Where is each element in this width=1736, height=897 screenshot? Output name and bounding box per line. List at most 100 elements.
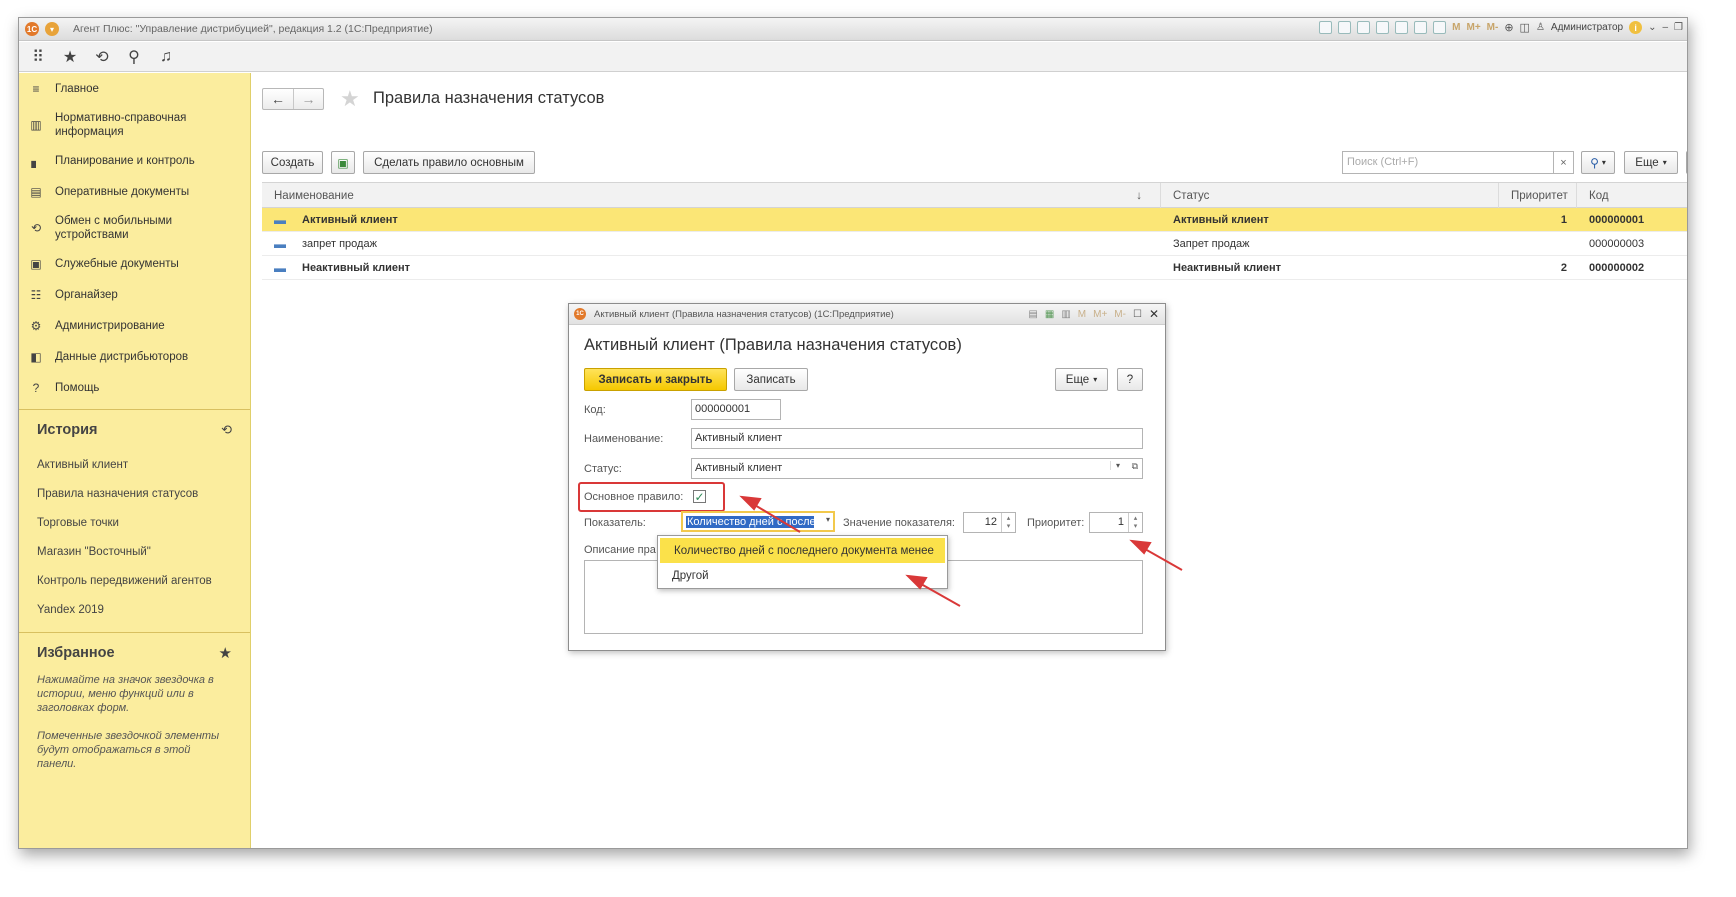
table-row[interactable]: ▬ Неактивный клиент Неактивный клиент 2 … [262,256,1687,280]
maximize-icon[interactable]: ☐ [1133,309,1142,320]
user-name[interactable]: Администратор [1551,22,1623,33]
sidebar-item-reference[interactable]: ▥ Нормативно-справочная информация [19,104,250,145]
column-header-code[interactable]: Код [1577,183,1687,208]
memory-minus-button[interactable]: M- [1487,22,1499,33]
indicator-field[interactable]: Количество дней с последнег ▾ [681,511,835,532]
back-arrow-icon[interactable]: ← [263,89,293,109]
chevron-down-icon[interactable]: ▾ [826,515,830,524]
column-header-priority[interactable]: Приоритет [1499,183,1577,208]
calendar-icon[interactable] [1433,21,1447,34]
history-item[interactable]: Активный клиент [19,450,250,479]
print-icon[interactable]: ▤ [1028,309,1037,320]
history-item[interactable]: Торговые точки [19,508,250,537]
sidebar-item-distributors[interactable]: ◧ Данные дистрибьюторов [19,341,250,372]
memory-minus-button[interactable]: M- [1114,309,1126,320]
history-item[interactable]: Yandex 2019 [19,595,250,624]
column-header-status[interactable]: Статус [1161,183,1499,208]
indicator-dropdown: Количество дней с последнего документа м… [657,535,948,589]
search-clear-button[interactable]: × [1554,151,1574,174]
dropdown-option[interactable]: Количество дней с последнего документа м… [660,538,945,563]
save-icon[interactable] [1319,21,1333,34]
favorite-star-icon[interactable]: ★ [340,86,360,112]
grid-icon[interactable]: ⠿ [29,47,47,67]
star-icon: ★ [218,645,232,662]
number-spinner[interactable]: ▴ ▾ [1001,513,1015,532]
history-item[interactable]: Контроль передвижений агентов [19,566,250,595]
sidebar-item-organizer[interactable]: ☷ Органайзер [19,279,250,310]
star-icon[interactable]: ★ [61,47,79,67]
history-item[interactable]: Магазин "Восточный" [19,537,250,566]
restore-icon[interactable]: ❐ [1674,22,1683,33]
preview-icon[interactable] [1357,21,1371,34]
bell-icon[interactable]: ♫ [157,48,175,66]
zoom-icon[interactable]: ⊕ [1504,21,1513,34]
dialog-help-button[interactable]: ? [1117,368,1143,391]
highlight-box [578,482,725,512]
mail-icon[interactable] [1395,21,1409,34]
title-tools: M M+ M- ⊕ ◫ ♙ Администратор i ⌄ – ❐ [1319,21,1683,34]
cell-name-text: Активный клиент [302,213,398,226]
memory-plus-button[interactable]: M+ [1466,22,1480,33]
search-button[interactable]: ⚲ ▾ [1581,151,1615,174]
indicator-number: 12 [984,516,997,528]
priority-spinner[interactable]: ▴ ▾ [1128,513,1142,532]
save-button[interactable]: Записать [734,368,808,391]
print-icon[interactable] [1338,21,1352,34]
more-button[interactable]: Еще ▾ [1624,151,1678,174]
info-icon[interactable]: i [1629,21,1643,34]
calculator-icon[interactable] [1414,21,1428,34]
help-button[interactable]: ? [1686,151,1687,174]
history-item[interactable]: Правила назначения статусов [19,479,250,508]
sidebar-item-administration[interactable]: ⚙ Администрирование [19,310,250,341]
copy-button[interactable]: ▣ [331,151,355,174]
memory-button[interactable]: M [1452,22,1460,33]
indicator-number-field[interactable]: 12 ▴ ▾ [963,512,1016,533]
history-nav: ← → [262,88,324,110]
create-button[interactable]: Создать [262,151,323,174]
sidebar-item-service-docs[interactable]: ▣ Служебные документы [19,248,250,279]
reference-icon: ▥ [30,117,42,132]
dropdown-icon[interactable]: ⌄ [1648,22,1656,33]
sidebar-item-help[interactable]: ? Помощь [19,372,250,403]
status-field[interactable]: Активный клиент ▾ ⧉ [691,458,1143,479]
sidebar-item-planning[interactable]: ▖ Планирование и контроль [19,145,250,176]
favorites-header: Избранное ★ [19,633,250,673]
link-icon[interactable] [1376,21,1390,34]
search-icon[interactable]: ⚲ [125,47,143,67]
sidebar-item-label: Главное [55,82,99,95]
chevron-down-icon[interactable]: ▾ [1109,461,1120,470]
sidebar-item-main[interactable]: ≡ Главное [19,73,250,104]
organizer-icon: ☷ [30,287,42,302]
calculator-icon[interactable]: ▦ [1045,309,1054,320]
memory-plus-button[interactable]: M+ [1093,309,1107,320]
table-row[interactable]: ▬ запрет продаж Запрет продаж 000000003 [262,232,1687,256]
sidebar-item-mobile-exchange[interactable]: ⟲ Обмен с мобильными устройствами [19,207,250,248]
history-icon[interactable]: ⟲ [93,47,111,67]
make-main-rule-button[interactable]: Сделать правило основным [363,151,535,174]
panels-icon[interactable]: ◫ [1520,21,1530,34]
column-header-name[interactable]: Наименование ↓ [262,183,1161,208]
code-field[interactable]: 000000001 [691,399,781,420]
save-and-close-button[interactable]: Записать и закрыть [584,368,727,391]
close-icon[interactable]: ✕ [1149,307,1159,321]
cell-name-text: Неактивный клиент [302,261,410,274]
search-input[interactable]: Поиск (Ctrl+F) [1342,151,1554,174]
forward-arrow-icon[interactable]: → [293,89,323,109]
memory-button[interactable]: M [1078,309,1086,320]
calendar-icon[interactable]: ▥ [1061,309,1070,320]
indicator-value: Количество дней с последнег [686,516,814,528]
app-logo-icon: 1С [25,22,39,36]
main-menu-icon[interactable]: ▾ [45,22,59,36]
dropdown-option[interactable]: Другой [658,563,947,588]
history-icon[interactable]: ⟲ [221,422,232,438]
table-row[interactable]: ▬ Активный клиент Активный клиент 1 0000… [262,208,1687,232]
description-label: Описание пра [584,544,656,556]
cell-name: ▬ запрет продаж [262,232,1161,255]
minimize-icon[interactable]: – [1662,22,1668,33]
name-field[interactable]: Активный клиент [691,428,1143,449]
open-icon[interactable]: ⧉ [1132,461,1138,472]
dialog-more-button[interactable]: Еще ▾ [1055,368,1108,391]
priority-field[interactable]: 1 ▴ ▾ [1089,512,1143,533]
sidebar-item-operative-docs[interactable]: ▤ Оперативные документы [19,176,250,207]
sidebar-item-label: Планирование и контроль [55,154,195,167]
